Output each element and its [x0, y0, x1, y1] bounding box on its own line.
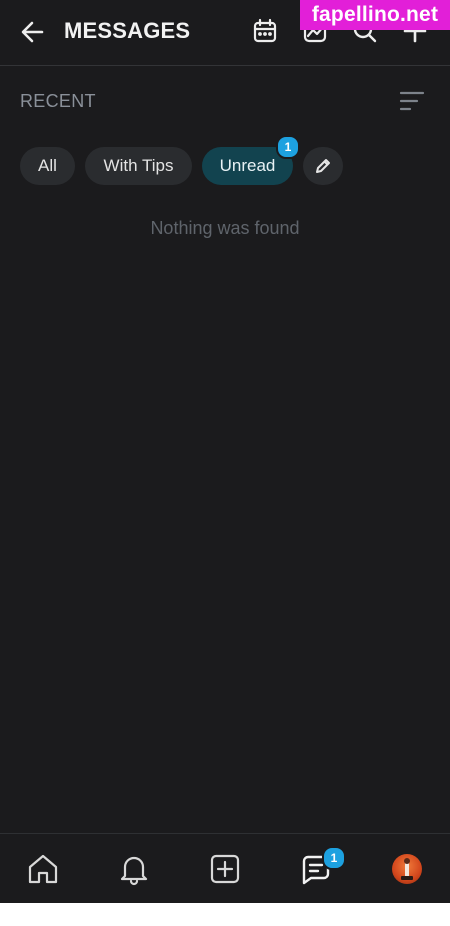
bottom-navigation: 1 [0, 833, 450, 904]
bottom-edge-strip [0, 903, 450, 926]
edit-filters-button[interactable] [303, 147, 343, 185]
watermark: fapellino.net [300, 0, 450, 30]
sort-icon[interactable] [399, 90, 425, 112]
page-title: MESSAGES [64, 18, 191, 43]
filter-chip-label: All [38, 156, 57, 175]
unread-count-badge: 1 [276, 135, 300, 159]
home-icon[interactable] [26, 852, 60, 886]
filter-chip-with-tips[interactable]: With Tips [85, 147, 192, 185]
back-arrow-icon[interactable] [20, 19, 46, 45]
notifications-bell-icon[interactable] [117, 852, 151, 886]
empty-state-message: Nothing was found [150, 218, 300, 238]
new-post-icon[interactable] [208, 852, 242, 886]
filter-chip-label: With Tips [103, 156, 174, 175]
filter-chip-label: Unread [219, 156, 276, 175]
messages-count-badge: 1 [322, 846, 346, 870]
app-header: MESSAGES fapellino.net [0, 0, 450, 66]
filter-chip-all[interactable]: All [20, 147, 75, 185]
section-label-recent: RECENT [20, 91, 96, 111]
profile-avatar[interactable] [392, 854, 422, 884]
calendar-icon[interactable] [252, 18, 278, 44]
pencil-icon [314, 157, 332, 175]
